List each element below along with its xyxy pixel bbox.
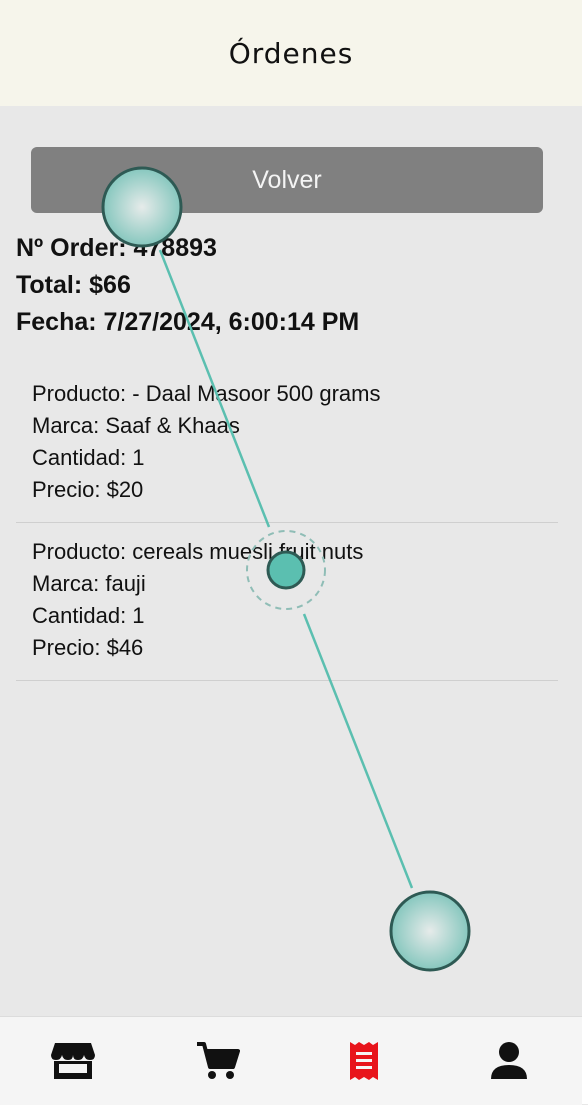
order-number: Nº Order: 478893 (16, 234, 217, 262)
nav-orders[interactable] (324, 1031, 404, 1091)
item-price: Precio: $20 (32, 477, 144, 502)
touch-end-point (389, 890, 471, 972)
list-item: Producto: cereals muesli fruit nuts Marc… (16, 523, 558, 681)
nav-store[interactable] (33, 1031, 113, 1091)
page-title: Órdenes (228, 36, 354, 70)
receipt-icon (349, 1042, 378, 1080)
item-product: Producto: - Daal Masoor 500 grams (32, 381, 381, 406)
order-items-list: Producto: - Daal Masoor 500 grams Marca:… (16, 365, 558, 681)
order-total: Total: $66 (16, 271, 131, 299)
item-quantity: Cantidad: 1 (32, 445, 145, 470)
list-item: Producto: - Daal Masoor 500 grams Marca:… (16, 365, 558, 523)
app-header: Órdenes (0, 0, 582, 106)
item-product: Producto: cereals muesli fruit nuts (32, 539, 364, 564)
item-price: Precio: $46 (32, 635, 144, 660)
item-brand: Marca: fauji (32, 571, 146, 596)
item-brand: Marca: Saaf & Khaas (32, 413, 240, 438)
cart-icon (197, 1042, 241, 1079)
item-quantity: Cantidad: 1 (32, 603, 145, 628)
order-date: Fecha: 7/27/2024, 6:00:14 PM (16, 308, 360, 336)
back-button[interactable]: Volver (31, 147, 543, 213)
order-summary: Nº Order: 478893 Total: $66 Fecha: 7/27/… (16, 230, 359, 341)
store-icon (50, 1043, 95, 1079)
nav-cart[interactable] (178, 1031, 258, 1091)
user-icon (491, 1042, 528, 1079)
bottom-nav (0, 1016, 582, 1105)
right-edge (582, 0, 588, 1104)
nav-profile[interactable] (469, 1031, 549, 1091)
